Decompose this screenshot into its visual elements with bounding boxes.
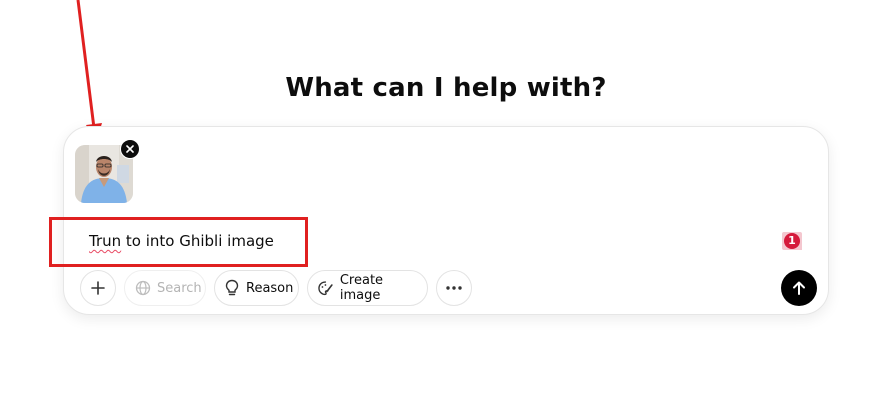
reason-button[interactable]: Reason [214, 270, 299, 306]
create-image-button[interactable]: Create image [307, 270, 428, 306]
page-title: What can I help with? [285, 73, 607, 103]
search-button[interactable]: Search [124, 270, 206, 306]
annotation-highlight-box [49, 217, 308, 267]
more-options-button[interactable] [436, 270, 472, 306]
search-button-label: Search [157, 280, 202, 296]
palette-brush-icon [318, 280, 333, 295]
lightbulb-icon [225, 279, 239, 296]
grammar-badge-count: 1 [788, 234, 796, 247]
create-image-button-label: Create image [339, 273, 384, 303]
add-attachment-button[interactable] [80, 270, 116, 306]
plus-icon [91, 281, 105, 295]
globe-icon [135, 280, 151, 296]
more-horizontal-icon [446, 286, 462, 290]
remove-attachment-button[interactable] [120, 139, 140, 159]
send-button[interactable] [781, 270, 817, 306]
arrow-up-icon [793, 281, 805, 295]
grammar-checker-badge[interactable]: 1 [781, 231, 803, 251]
close-icon [126, 145, 134, 153]
reason-button-label: Reason [246, 280, 294, 296]
